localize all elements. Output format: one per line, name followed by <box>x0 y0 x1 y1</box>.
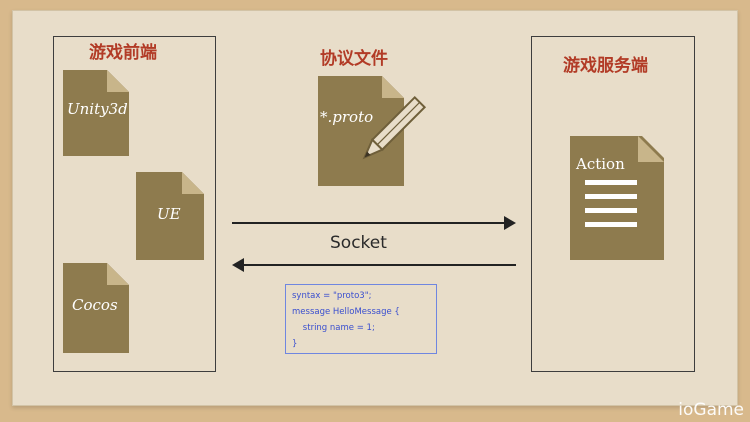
code-line: syntax = "proto3"; <box>292 291 372 301</box>
socket-arrows <box>232 216 516 272</box>
code-line: } <box>292 339 298 349</box>
watermark: ioGame <box>678 400 744 420</box>
code-line: string name = 1; <box>292 323 375 333</box>
code-line: message HelloMessage { <box>292 307 400 317</box>
proto-code-box: syntax = "proto3"; message HelloMessage … <box>285 284 437 354</box>
socket-label: Socket <box>330 233 387 253</box>
